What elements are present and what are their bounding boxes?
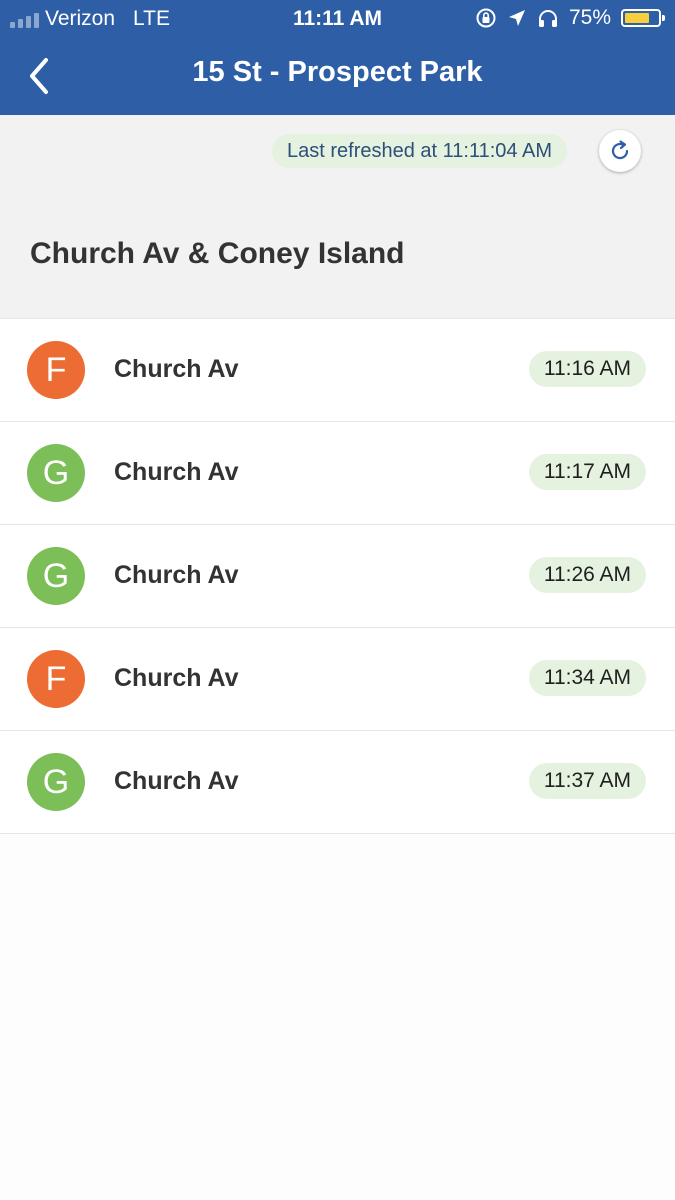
arrival-row[interactable]: G Church Av 11:17 AM xyxy=(0,422,675,525)
arrival-row[interactable]: F Church Av 11:16 AM xyxy=(0,319,675,422)
arrivals-list: F Church Av 11:16 AM G Church Av 11:17 A… xyxy=(0,319,675,834)
destination-label: Church Av xyxy=(114,355,239,383)
station-header: Last refreshed at 11:11:04 AM Church Av … xyxy=(0,115,675,319)
arrival-time: 11:16 AM xyxy=(528,351,646,387)
route-badge: G xyxy=(27,444,85,502)
destination-label: Church Av xyxy=(114,458,239,486)
route-badge: F xyxy=(27,650,85,708)
status-bar: Verizon LTE 11:11 AM 75% xyxy=(0,0,675,38)
route-badge: F xyxy=(27,341,85,399)
section-title: Church Av & Coney Island xyxy=(30,237,405,270)
orientation-lock-icon xyxy=(476,8,496,28)
destination-label: Church Av xyxy=(114,664,239,692)
destination-label: Church Av xyxy=(114,561,239,589)
arrival-row[interactable]: G Church Av 11:26 AM xyxy=(0,525,675,628)
arrival-time: 11:37 AM xyxy=(528,763,646,799)
status-right: 75% xyxy=(475,6,665,30)
arrival-time: 11:26 AM xyxy=(528,557,646,593)
battery-percent: 75% xyxy=(568,6,611,29)
battery-fill xyxy=(625,13,649,23)
route-badge: G xyxy=(27,753,85,811)
arrival-row[interactable]: F Church Av 11:34 AM xyxy=(0,628,675,731)
battery-icon xyxy=(621,9,665,27)
location-arrow-icon xyxy=(508,10,525,26)
destination-label: Church Av xyxy=(114,767,239,795)
last-refreshed-badge: Last refreshed at 11:11:04 AM xyxy=(272,134,567,168)
arrival-time: 11:17 AM xyxy=(528,454,646,490)
top-bar: Verizon LTE 11:11 AM 75% 15 St - Prospec… xyxy=(0,0,675,115)
refresh-button[interactable] xyxy=(599,130,641,172)
arrival-row[interactable]: G Church Av 11:37 AM xyxy=(0,731,675,834)
page-title: 15 St - Prospect Park xyxy=(192,56,483,88)
route-badge: G xyxy=(27,547,85,605)
arrival-time: 11:34 AM xyxy=(528,660,646,696)
refresh-icon xyxy=(611,140,629,160)
headphones-icon xyxy=(538,10,557,27)
